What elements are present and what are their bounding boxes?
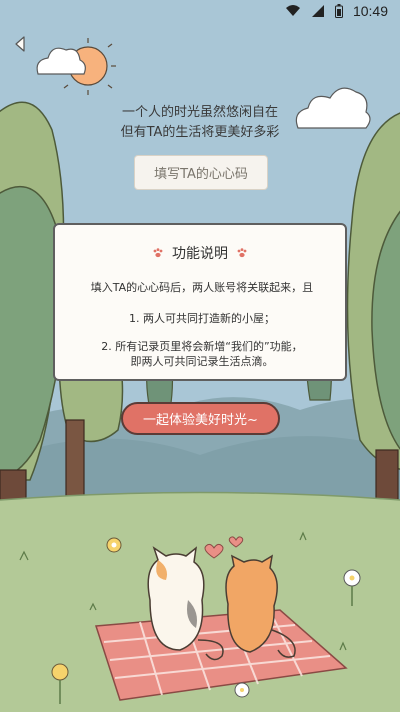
battery-icon — [334, 4, 343, 18]
back-arrow-icon — [15, 36, 25, 52]
modal-point-2-line-1: 2. 所有记录页里将会新增“我们的”功能， — [101, 340, 303, 353]
status-icons: 10:49 — [285, 3, 388, 19]
flower-icon — [234, 682, 250, 698]
feature-modal: 功能说明 填入TA的心心码后，两人账号将关联起来，且 1. 两人可共同打造新的小… — [53, 223, 347, 381]
fill-code-button[interactable]: 填写TA的心心码 — [134, 155, 268, 190]
modal-point-1: 1. 两人可共同打造新的小屋； — [129, 312, 275, 325]
modal-title: 功能说明 — [172, 246, 228, 262]
flower-icon — [106, 537, 122, 553]
wifi-icon — [285, 5, 300, 16]
paw-icon — [153, 248, 163, 258]
signal-icon — [311, 5, 324, 17]
modal-intro: 填入TA的心心码后，两人账号将关联起来，且 — [90, 281, 314, 294]
tagline-line-2: 但有TA的生活将更美好多彩 — [120, 125, 280, 140]
status-bar: 10:49 — [0, 0, 400, 24]
experience-together-button[interactable]: 一起体验美好时光~ — [121, 402, 280, 435]
paw-icon — [237, 248, 247, 258]
back-button[interactable] — [10, 33, 32, 55]
modal-title-row: 功能说明 — [55, 243, 345, 263]
modal-point-2-line-2: 即两人可共同记录生活点滴。 — [130, 355, 274, 368]
tagline-line-1: 一个人的时光虽然悠闲自在 — [121, 105, 278, 120]
status-time: 10:49 — [352, 3, 388, 19]
